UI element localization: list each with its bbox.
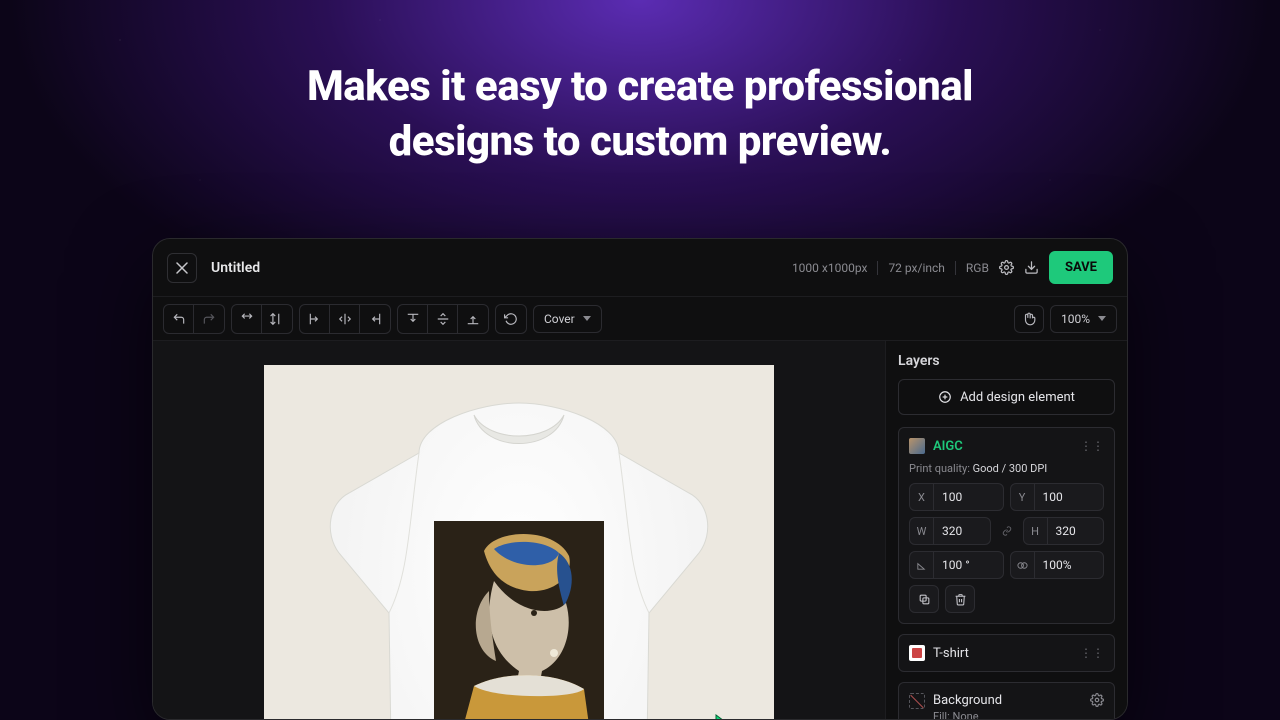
design-artwork[interactable] <box>434 521 604 720</box>
align-middle-icon <box>436 312 450 326</box>
angle-icon <box>916 560 927 571</box>
layer-thumbnail <box>909 645 925 661</box>
save-button[interactable]: SAVE <box>1049 251 1113 284</box>
layer-aigc[interactable]: AIGC ⋮⋮ Print quality: Good / 300 DPI X1… <box>898 427 1115 624</box>
gear-icon <box>999 260 1014 275</box>
align-right-icon <box>368 312 382 326</box>
align-h-group <box>299 304 391 334</box>
drag-handle-icon[interactable]: ⋮⋮ <box>1080 439 1104 453</box>
plus-circle-icon <box>938 390 952 404</box>
background-thumbnail <box>909 693 925 709</box>
panel-title: Layers <box>898 353 1115 369</box>
link-icon <box>1002 524 1012 538</box>
flip-h-icon <box>240 312 254 326</box>
duplicate-button[interactable] <box>909 585 939 613</box>
rotate-group <box>495 304 527 334</box>
copy-icon <box>918 593 931 606</box>
align-right-button[interactable] <box>360 305 390 333</box>
align-top-button[interactable] <box>398 305 428 333</box>
link-dimensions-button[interactable] <box>997 517 1017 545</box>
history-group <box>163 304 225 334</box>
add-element-label: Add design element <box>960 390 1075 405</box>
print-quality: Print quality: Good / 300 DPI <box>909 462 1104 475</box>
undo-button[interactable] <box>164 305 194 333</box>
divider <box>955 261 956 275</box>
settings-button[interactable] <box>999 260 1014 275</box>
fit-mode-dropdown[interactable]: Cover <box>533 305 602 333</box>
layer-tshirt[interactable]: T-shirt ⋮⋮ <box>898 634 1115 672</box>
gear-icon <box>1090 693 1104 707</box>
background-settings-button[interactable] <box>1090 693 1104 707</box>
redo-icon <box>202 312 216 326</box>
layer-name: AIGC <box>933 439 963 454</box>
hero-line-1: Makes it easy to create professional <box>0 60 1280 115</box>
hero-headline: Makes it easy to create professional des… <box>0 0 1280 169</box>
align-bottom-icon <box>466 312 480 326</box>
height-input[interactable]: H320 <box>1023 517 1105 545</box>
add-element-button[interactable]: Add design element <box>898 379 1115 415</box>
align-bottom-button[interactable] <box>458 305 488 333</box>
chevron-down-icon <box>1098 316 1106 321</box>
width-input[interactable]: W320 <box>909 517 991 545</box>
divider <box>877 261 878 275</box>
zoom-value: 100% <box>1061 312 1090 326</box>
zoom-dropdown[interactable]: 100% <box>1050 305 1117 333</box>
layers-panel: Layers Add design element AIGC ⋮⋮ Print … <box>885 341 1127 719</box>
y-input[interactable]: Y100 <box>1010 483 1105 511</box>
download-button[interactable] <box>1024 260 1039 275</box>
drag-handle-icon[interactable]: ⋮⋮ <box>1080 646 1104 660</box>
background-title: Background <box>933 693 1002 708</box>
pixel-density: 72 px/inch <box>888 261 944 275</box>
flip-group <box>231 304 293 334</box>
background-fill: Fill: None <box>933 710 1002 719</box>
rotate-icon <box>504 312 518 326</box>
close-icon <box>176 262 188 274</box>
align-left-icon <box>308 312 322 326</box>
close-button[interactable] <box>167 253 197 283</box>
align-center-h-icon <box>338 312 352 326</box>
main-area: Layers Add design element AIGC ⋮⋮ Print … <box>153 341 1127 719</box>
align-v-group <box>397 304 489 334</box>
x-input[interactable]: X100 <box>909 483 1004 511</box>
hand-icon <box>1022 312 1036 326</box>
layer-background[interactable]: Background Fill: None <box>898 682 1115 719</box>
trash-icon <box>954 593 967 606</box>
flip-vertical-button[interactable] <box>262 305 292 333</box>
app-window: Untitled 1000 x1000px 72 px/inch RGB SAV… <box>152 238 1128 720</box>
download-icon <box>1024 260 1039 275</box>
redo-button[interactable] <box>194 305 224 333</box>
canvas-dimensions: 1000 x1000px <box>792 261 868 275</box>
canvas-area[interactable] <box>153 341 885 719</box>
toolbar: Cover 100% <box>153 297 1127 341</box>
align-center-h-button[interactable] <box>330 305 360 333</box>
color-mode: RGB <box>966 261 989 275</box>
artboard[interactable] <box>264 365 774 720</box>
opacity-icon <box>1017 560 1028 571</box>
cursor-pointer <box>713 713 739 720</box>
flip-horizontal-button[interactable] <box>232 305 262 333</box>
pan-button[interactable] <box>1014 305 1044 333</box>
align-middle-button[interactable] <box>428 305 458 333</box>
align-top-icon <box>406 312 420 326</box>
chevron-down-icon <box>583 316 591 321</box>
fit-mode-label: Cover <box>544 312 575 326</box>
flip-v-icon <box>270 312 284 326</box>
layer-thumbnail <box>909 438 925 454</box>
rotate-button[interactable] <box>496 305 526 333</box>
layer-name: T-shirt <box>933 646 969 661</box>
align-left-button[interactable] <box>300 305 330 333</box>
rotation-input[interactable]: 100 ° <box>909 551 1004 579</box>
undo-icon <box>172 312 186 326</box>
topbar: Untitled 1000 x1000px 72 px/inch RGB SAV… <box>153 239 1127 297</box>
opacity-input[interactable]: 100% <box>1010 551 1105 579</box>
document-title: Untitled <box>211 260 260 276</box>
hero-line-2: designs to custom preview. <box>0 115 1280 170</box>
delete-button[interactable] <box>945 585 975 613</box>
